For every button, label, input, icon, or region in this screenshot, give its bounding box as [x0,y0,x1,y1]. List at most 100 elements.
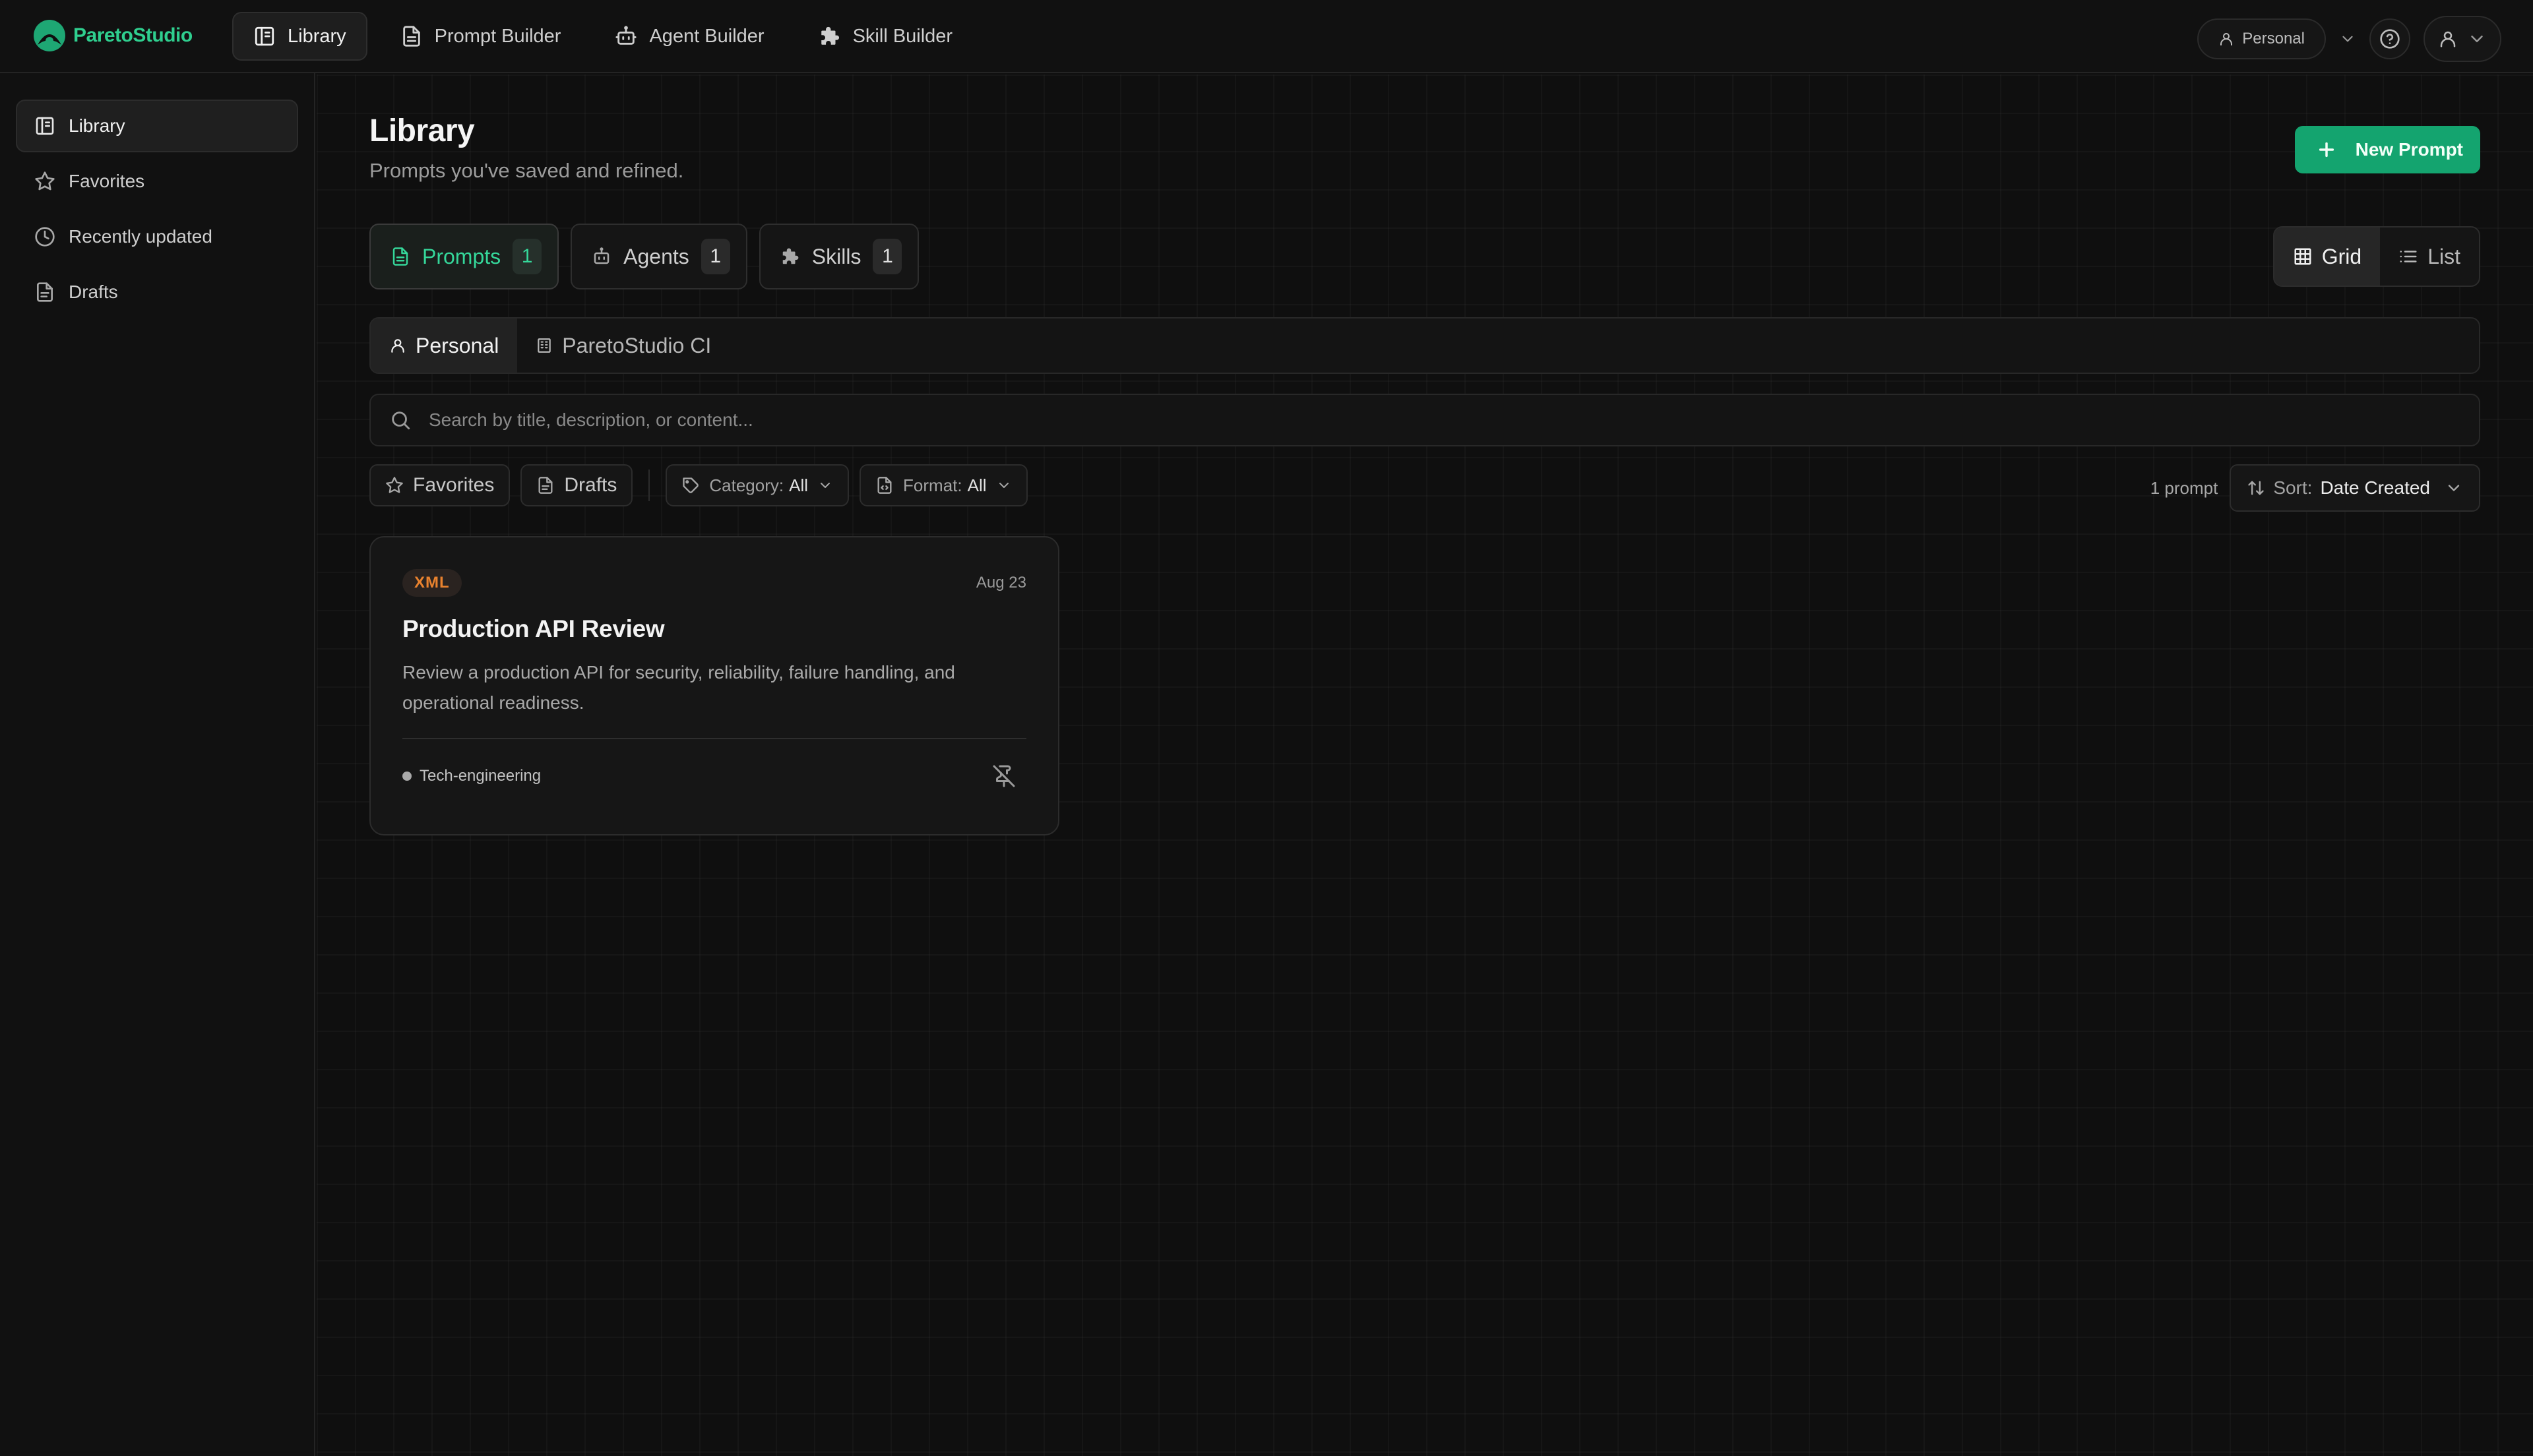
workspace-label: Personal [2242,30,2305,47]
star-icon [386,477,403,493]
bot-icon [615,26,637,45]
view-grid-button[interactable]: Grid [2274,228,2381,286]
sidebar: Library Favorites Recently updated Draft… [0,73,315,1456]
format-filter-value: All [967,475,987,495]
format-filter[interactable]: Format: All [860,464,1028,506]
type-tabs: Prompts 1 Agents 1 Skills 1 [369,224,920,289]
sort-key: Sort: [2273,477,2313,498]
user-icon [391,339,404,353]
tab-count: 1 [873,239,902,274]
view-list-button[interactable]: List [2380,228,2479,286]
user-icon [2220,33,2233,46]
file-text-icon [402,26,420,47]
page-subtitle: Prompts you've saved and refined. [369,159,684,182]
arrow-up-down-icon [2248,481,2264,495]
app-name: ParetoStudio [73,24,193,46]
topnav-label: Agent Builder [649,25,765,47]
sidebar-item-favorites[interactable]: Favorites [16,155,298,208]
view-grid-label: Grid [2321,244,2362,268]
prompt-card[interactable]: XML Aug 23 Production API Review Review … [369,536,1059,835]
top-bar: ParetoStudio Library Prompt Builder Agen… [0,0,2533,73]
card-date: Aug 23 [976,574,1026,592]
tab-label: Skills [811,244,861,268]
format-filter-key: Format: [903,475,962,495]
scope-label: Personal [416,333,499,357]
scope-personal[interactable]: Personal [371,318,518,373]
scope-team[interactable]: ParetoStudio CI [517,318,730,373]
tab-label: Agents [623,244,689,268]
file-icon [538,477,553,494]
star-icon [35,171,55,191]
topnav-label: Library [288,25,346,47]
sidebar-item-library[interactable]: Library [16,100,298,152]
new-prompt-label: New Prompt [2355,139,2463,160]
favorites-filter[interactable]: Favorites [369,464,511,506]
tab-count: 1 [513,239,542,274]
sort-value: Date Created [2320,477,2430,498]
search-input[interactable] [429,410,2460,431]
search-bar [369,394,2480,446]
topnav-prompt-builder[interactable]: Prompt Builder [379,12,582,61]
pin-off-icon[interactable] [992,764,1016,788]
library-icon [36,117,54,135]
file-icon [37,282,53,302]
puzzle-icon [782,248,799,264]
tab-agents[interactable]: Agents 1 [571,224,747,289]
category-tag-label: Tech-engineering [420,767,542,785]
category-filter[interactable]: Category: All [666,464,850,506]
sort-dropdown[interactable]: Sort: Date Created [2230,464,2480,512]
tab-skills[interactable]: Skills 1 [759,224,920,289]
scope-bar: Personal ParetoStudio CI [369,317,2480,374]
top-nav: Library Prompt Builder Agent Builder Ski… [232,12,974,61]
logo-icon [34,20,65,51]
card-divider [402,738,1026,739]
app-logo[interactable]: ParetoStudio [32,18,193,53]
file-text-icon [392,247,408,266]
help-circle-icon [2380,29,2400,49]
drafts-filter-label: Drafts [564,474,617,496]
sidebar-item-label: Recently updated [69,226,212,247]
chevron-down-icon[interactable] [2339,30,2356,47]
topnav-library[interactable]: Library [232,12,367,61]
topnav-label: Skill Builder [852,25,953,47]
favorites-filter-label: Favorites [413,474,495,496]
tab-prompts[interactable]: Prompts 1 [369,224,559,289]
chevron-down-icon [821,483,830,488]
tab-count: 1 [701,239,730,274]
view-toggle: Grid List [2272,226,2480,287]
drafts-filter[interactable]: Drafts [520,464,633,506]
new-prompt-button[interactable]: New Prompt [2294,126,2480,173]
result-count: 1 prompt [2150,477,2218,498]
sidebar-item-label: Drafts [69,282,118,302]
topnav-agent-builder[interactable]: Agent Builder [594,12,785,61]
chevron-down-icon [999,483,1009,488]
user-icon [2440,31,2456,47]
grid-icon [2294,248,2311,265]
tag-icon [683,477,699,493]
format-badge: XML [402,569,462,597]
chevron-down-icon [2448,485,2460,491]
topnav-label: Prompt Builder [434,25,561,47]
top-right-controls: Personal [2197,16,2501,62]
workspace-switcher[interactable]: Personal [2197,18,2326,59]
card-header: XML Aug 23 [402,569,1026,597]
page-title: Library [369,113,475,148]
bot-icon [594,247,610,264]
topnav-skill-builder[interactable]: Skill Builder [797,12,974,61]
category-filter-value: All [789,475,809,495]
card-footer: Tech-engineering [402,764,1026,788]
plus-icon [2319,142,2334,158]
tab-label: Prompts [422,244,501,268]
user-menu-button[interactable] [2424,16,2501,62]
sidebar-item-recently-updated[interactable]: Recently updated [16,210,298,263]
filter-bar: Favorites Drafts Category: All Format: A… [369,464,1028,506]
help-button[interactable] [2369,18,2410,59]
puzzle-icon [821,26,839,45]
scope-label: ParetoStudio CI [562,333,712,357]
sidebar-item-label: Favorites [69,171,145,191]
tag-dot [402,772,412,781]
search-icon [392,411,410,430]
sidebar-item-drafts[interactable]: Drafts [16,266,298,318]
library-icon [255,26,274,46]
card-description: Review a production API for security, re… [402,662,955,713]
